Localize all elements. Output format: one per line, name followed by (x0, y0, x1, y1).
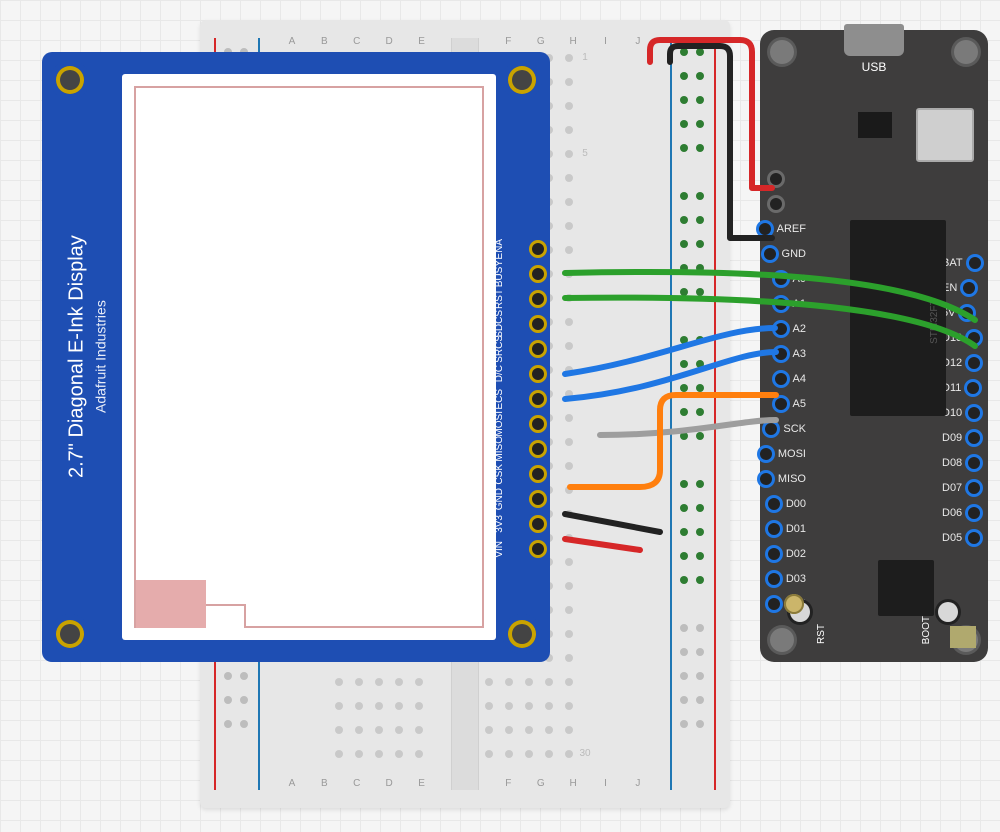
mcu-pin-a3: A3 (775, 345, 806, 363)
mount-hole-icon (508, 620, 536, 648)
eink-subtitle: Adafruit Industries (93, 301, 109, 414)
usb-connector-icon (844, 24, 904, 56)
mcu-pin-a0: A0 (775, 270, 806, 288)
main-chip-icon: STM32F7 (850, 220, 946, 416)
eink-pin-vin: VIN (494, 542, 544, 556)
mcu-pin-d06: D06 (942, 504, 980, 522)
mcu-pin-mosi: MOSI (760, 445, 806, 463)
eink-pin-mosi: MOSI (494, 417, 544, 431)
eink-pin-ecs: ECS (494, 392, 544, 406)
reset-button-label: RST (816, 624, 827, 644)
mcu-pin-d08: D08 (942, 454, 980, 472)
boot-button-label: BOOT (921, 616, 932, 644)
mcu-pin-d03: D03 (768, 570, 806, 588)
eink-pin-miso: MISO (494, 442, 544, 456)
mount-hole-icon (954, 40, 978, 64)
eink-display-module: 2.7" Diagonal E-Ink Display Adafruit Ind… (42, 52, 550, 662)
mcu-right-header: BAT EN 5V D13 D12 D11 D10 D09 D08 D07 D06 D05 (942, 254, 982, 547)
mcu-pin-a4: A4 (775, 370, 806, 388)
chip-label: STM32F7 (929, 300, 940, 344)
secondary-chip-icon (878, 560, 934, 616)
mcu-pin-d10: D10 (942, 404, 980, 422)
antenna-pad-icon (950, 626, 976, 648)
mcu-pin-gnd: GND (764, 245, 806, 263)
mcu-pin-a1: A1 (775, 295, 806, 313)
mount-hole-icon (56, 66, 84, 94)
eink-board-label: 2.7" Diagonal E-Ink Display Adafruit Ind… (62, 142, 112, 572)
mcu-pin-a5: A5 (775, 395, 806, 413)
mcu-pin-sck: SCK (765, 420, 806, 438)
mcu-pin-d12: D12 (942, 354, 980, 372)
mcu-pin-5v: 5V (942, 304, 973, 322)
eink-pin-srcs: SRCS (494, 342, 544, 356)
mcu-pin-aref: AREF (759, 220, 806, 238)
mcu-pin-d13: D13 (942, 329, 980, 347)
mcu-pin-d07: D07 (942, 479, 980, 497)
eink-pin-3v3: 3V3 (494, 517, 544, 531)
boot-button[interactable] (938, 602, 958, 622)
mount-hole-icon (770, 628, 794, 652)
mcu-pin-d00: D00 (768, 495, 806, 513)
mount-hole-icon (508, 66, 536, 94)
eink-pin-ena: ENA (494, 242, 544, 256)
mcu-pin-d01: D01 (768, 520, 806, 538)
mount-hole-icon (770, 40, 794, 64)
jst-connector-icon (916, 108, 974, 162)
eink-pin-busy: BUSY (494, 267, 544, 281)
mcu-left-header: AREFGNDA0A1A2A3A4A5SCKMOSIMISOD00D01D02D… (766, 220, 806, 613)
small-ic-icon (858, 112, 892, 138)
microcontroller-board: USB AREF GND A0 A1 A2 A3 A4 A5 SCK MOSI MISO D00 D01… (760, 30, 988, 662)
eink-pin-sdcs: SDCS (494, 317, 544, 331)
mcu-pin-a2: A2 (775, 320, 806, 338)
eink-title: 2.7" Diagonal E-Ink Display (66, 236, 89, 479)
eink-pin-rst: RST (494, 292, 544, 306)
mcu-pin-d02: D02 (768, 545, 806, 563)
eink-pin-header: ENA BUSY RST SDCS SRCS D/C ECS MOSI MISO CSK GND 3V… (494, 242, 544, 556)
mcu-pin-en: EN (942, 279, 975, 297)
antenna-ufl-icon (784, 594, 804, 614)
eink-pin-gnd: GND (494, 492, 544, 506)
mcu-pin-bat: BAT (942, 254, 981, 272)
eink-screen (122, 74, 496, 640)
mount-hole-icon (56, 620, 84, 648)
usb-label: USB (862, 60, 887, 74)
breadboard-right-rails (668, 38, 718, 790)
mcu-pin-miso: MISO (760, 470, 806, 488)
eink-pin-csk: CSK (494, 467, 544, 481)
eink-pin-dc: D/C (494, 367, 544, 381)
mcu-pin-d05: D05 (942, 529, 980, 547)
mcu-pin-d09: D09 (942, 429, 980, 447)
mcu-pin-d11: D11 (942, 379, 979, 397)
